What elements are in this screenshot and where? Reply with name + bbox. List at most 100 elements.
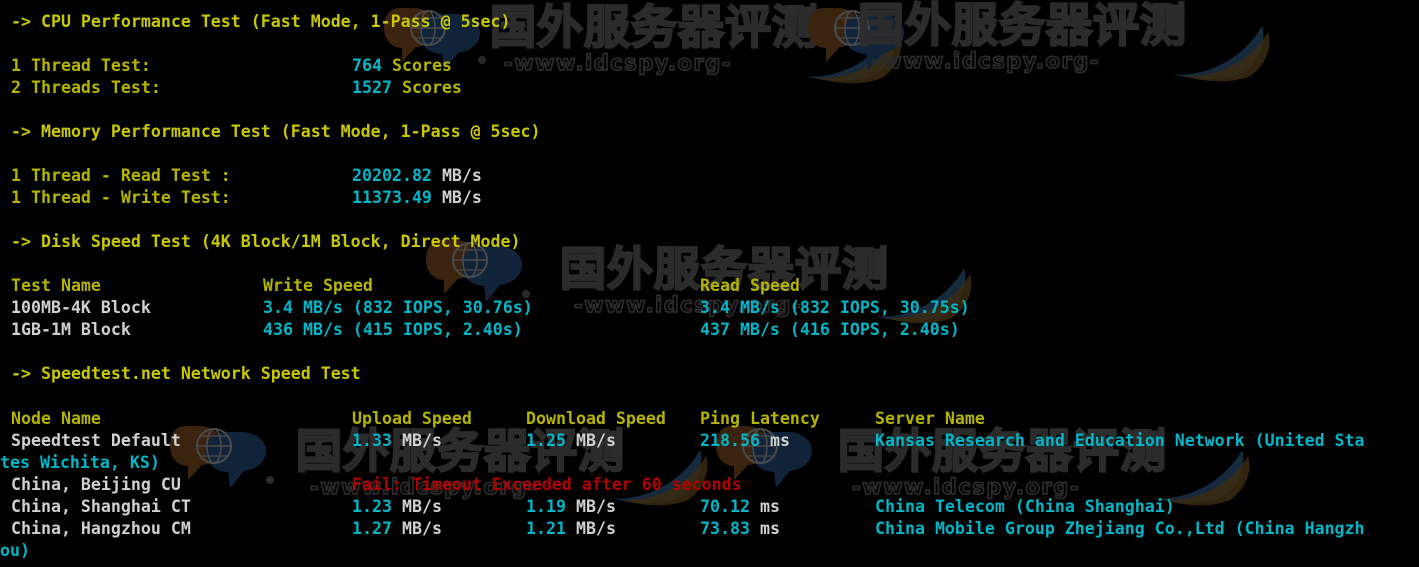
disk-row-2-name: 1GB-1M Block <box>11 319 131 341</box>
memory-row-1-label: 1 Thread - Read Test : <box>11 165 231 187</box>
memory-row-1-unit-text: MB/s <box>441 166 482 185</box>
disk-header-read-speed-text: Read Speed <box>700 276 800 295</box>
speedtest-row-upload: 1.27 MB/s <box>352 518 442 540</box>
speedtest-header-ping: Ping Latency <box>700 408 820 430</box>
speedtest-row-3-upload-gap <box>392 497 402 516</box>
speedtest-row-4-server-wrap-text: ou) <box>0 541 30 560</box>
memory-heading-text: -> Memory Performance Test (Fast Mode, 1… <box>11 122 541 141</box>
cpu-heading: -> CPU Performance Test (Fast Mode, 1-Pa… <box>11 11 511 33</box>
speedtest-header-upload: Upload Speed <box>352 408 472 430</box>
speedtest-row-1-upload-unit: MB/s <box>401 431 442 450</box>
disk-row-1-read-text: 3.4 MB/s (832 IOPS, 30.75s) <box>700 298 970 317</box>
cpu-row-2-unit-text: Scores <box>401 78 462 97</box>
disk-header-write-speed: Write Speed <box>263 275 373 297</box>
speedtest-row-3-ping-gap <box>750 497 760 516</box>
speedtest-row-4-ping-gap <box>750 519 760 538</box>
disk-row-1-name-text: 100MB-4K Block <box>11 298 151 317</box>
disk-row-2-name-text: 1GB-1M Block <box>11 320 131 339</box>
speedtest-row-upload: 1.33 MB/s <box>352 430 442 452</box>
speedtest-heading: -> Speedtest.net Network Speed Test <box>11 363 361 385</box>
speedtest-row-server: Kansas Research and Education Network (U… <box>875 430 1365 452</box>
cpu-row-1-value-text: 764 <box>352 56 382 75</box>
speedtest-header-server: Server Name <box>875 408 985 430</box>
memory-row-2-value-text: 11373.49 <box>352 188 432 207</box>
disk-row-1-write: 3.4 MB/s (832 IOPS, 30.76s) <box>263 297 533 319</box>
speedtest-row-1-upload-value: 1.33 <box>352 431 392 450</box>
speedtest-row-1-server-wrap-text: tes Wichita, KS) <box>0 453 160 472</box>
disk-row-2-read-text: 437 MB/s (416 IOPS, 2.40s) <box>700 320 960 339</box>
disk-header-test-name: Test Name <box>11 275 101 297</box>
speedtest-header-server-text: Server Name <box>875 409 985 428</box>
speedtest-header-download: Download Speed <box>526 408 666 430</box>
speedtest-row-3-ping-value: 70.12 <box>700 497 750 516</box>
speedtest-row-server: China Telecom (China Shanghai) <box>875 496 1175 518</box>
memory-row-2-value: 11373.49 MB/s <box>352 187 482 209</box>
speedtest-row-download: 1.25 MB/s <box>526 430 616 452</box>
speedtest-row-4-server-text: China Mobile Group Zhejiang Co.,Ltd (Chi… <box>875 519 1365 538</box>
speedtest-row-ping: 70.12 ms <box>700 496 780 518</box>
cpu-row-1-label-text: 1 Thread Test: <box>11 56 151 75</box>
speedtest-row-node: China, Beijing CU <box>11 474 181 496</box>
disk-row-1-name: 100MB-4K Block <box>11 297 151 319</box>
disk-row-1-write-text: 3.4 MB/s (832 IOPS, 30.76s) <box>263 298 533 317</box>
disk-header-write-speed-text: Write Speed <box>263 276 373 295</box>
disk-row-2-read: 437 MB/s (416 IOPS, 2.40s) <box>700 319 960 341</box>
disk-row-2-write-text: 436 MB/s (415 IOPS, 2.40s) <box>263 320 523 339</box>
speedtest-row-1-ping-gap <box>760 431 770 450</box>
speedtest-row-1-upload-gap <box>392 431 402 450</box>
speedtest-row-4-ping-value: 73.83 <box>700 519 750 538</box>
speedtest-row-2-error-text: Fail: Timeout Exceeded after 60 seconds <box>352 475 742 494</box>
speedtest-header-download-text: Download Speed <box>526 409 666 428</box>
speedtest-row-4-download-gap <box>566 519 576 538</box>
speedtest-row-4-download-value: 1.21 <box>526 519 566 538</box>
cpu-row-2-value-text: 1527 <box>352 78 392 97</box>
memory-row-2-label-text: 1 Thread - Write Test: <box>11 188 231 207</box>
speedtest-row-3-upload-unit: MB/s <box>401 497 442 516</box>
speedtest-row-ping: 73.83 ms <box>700 518 780 540</box>
speedtest-row-4-upload-value: 1.27 <box>352 519 392 538</box>
speedtest-row-server: China Mobile Group Zhejiang Co.,Ltd (Chi… <box>875 518 1365 540</box>
speedtest-row-error: Fail: Timeout Exceeded after 60 seconds <box>352 474 742 496</box>
speedtest-row-download: 1.21 MB/s <box>526 518 616 540</box>
speedtest-row-1-download-value: 1.25 <box>526 431 566 450</box>
terminal-window: 国外服务器评测 -www.idcspy.org- 国外服务器评测 -www.id… <box>0 0 1419 567</box>
cpu-row-2-value: 1527 Scores <box>352 77 462 99</box>
speedtest-row-3-node-text: China, Shanghai CT <box>11 497 191 516</box>
memory-row-1-gap <box>432 166 442 185</box>
speedtest-row-3-download-unit: MB/s <box>575 497 616 516</box>
cpu-row-1-value: 764 Scores <box>352 55 452 77</box>
memory-row-2-unit-text: MB/s <box>441 188 482 207</box>
speedtest-header-ping-text: Ping Latency <box>700 409 820 428</box>
disk-row-1-read: 3.4 MB/s (832 IOPS, 30.75s) <box>700 297 970 319</box>
memory-row-2-label: 1 Thread - Write Test: <box>11 187 231 209</box>
speedtest-row-download: 1.19 MB/s <box>526 496 616 518</box>
speedtest-heading-text: -> Speedtest.net Network Speed Test <box>11 364 361 383</box>
memory-heading: -> Memory Performance Test (Fast Mode, 1… <box>11 121 541 143</box>
speedtest-row-1-download-unit: MB/s <box>575 431 616 450</box>
speedtest-row-1-node-text: Speedtest Default <box>11 431 181 450</box>
speedtest-row-4-upload-unit: MB/s <box>401 519 442 538</box>
disk-header-test-name-text: Test Name <box>11 276 101 295</box>
cpu-row-2-label: 2 Threads Test: <box>11 77 161 99</box>
speedtest-row-1-ping-value: 218.56 <box>700 431 760 450</box>
speedtest-row-upload: 1.23 MB/s <box>352 496 442 518</box>
speedtest-row-4-ping-unit: ms <box>759 519 780 538</box>
disk-header-read-speed: Read Speed <box>700 275 800 297</box>
speedtest-row-4-node-text: China, Hangzhou CM <box>11 519 191 538</box>
disk-heading-text: -> Disk Speed Test (4K Block/1M Block, D… <box>11 232 521 251</box>
cpu-row-1-unit-text: Scores <box>391 56 452 75</box>
speedtest-header-node-name: Node Name <box>11 408 101 430</box>
cpu-row-1-label: 1 Thread Test: <box>11 55 151 77</box>
speedtest-row-node: Speedtest Default <box>11 430 181 452</box>
cpu-row-2-label-text: 2 Threads Test: <box>11 78 161 97</box>
speedtest-row-1-server-text: Kansas Research and Education Network (U… <box>875 431 1365 450</box>
cpu-heading-text: -> CPU Performance Test (Fast Mode, 1-Pa… <box>11 12 511 31</box>
speedtest-row-1-download-gap <box>566 431 576 450</box>
speedtest-row-3-upload-value: 1.23 <box>352 497 392 516</box>
memory-row-1-value-text: 20202.82 <box>352 166 432 185</box>
speedtest-header-upload-text: Upload Speed <box>352 409 472 428</box>
speedtest-row-4-download-unit: MB/s <box>575 519 616 538</box>
speedtest-row-3-download-value: 1.19 <box>526 497 566 516</box>
speedtest-row-server-wrap: tes Wichita, KS) <box>0 452 160 474</box>
speedtest-row-1-ping-unit: ms <box>769 431 790 450</box>
